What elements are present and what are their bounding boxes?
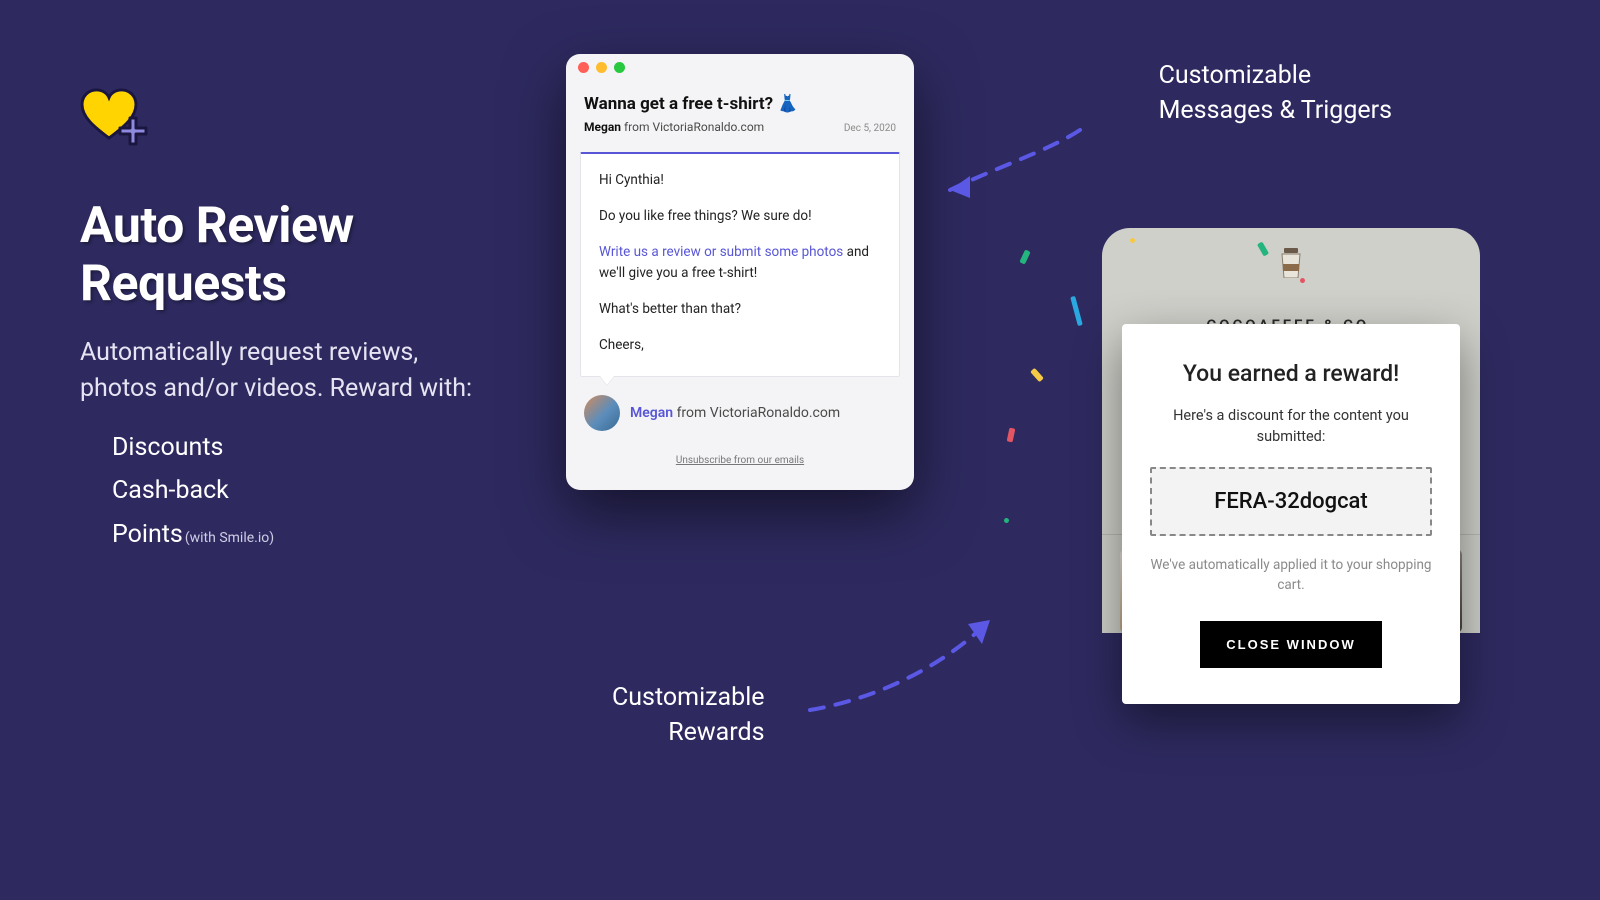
window-maximize-dot[interactable]	[614, 62, 625, 73]
arrow-bottom	[800, 600, 1010, 730]
email-body: Hi Cynthia! Do you like free things? We …	[580, 152, 900, 377]
email-header: Wanna get a free t-shirt? 👗 Megan from V…	[566, 80, 914, 146]
callout-top-line2: Messages & Triggers	[1159, 96, 1392, 125]
callout-messages: Customizable Messages & Triggers	[1159, 58, 1392, 128]
bullet-points-label: Points	[112, 520, 183, 549]
title-line1: Auto Review	[80, 197, 354, 255]
callout-bottom-line2: Rewards	[668, 718, 764, 747]
email-line2: Do you like free things? We sure do!	[599, 206, 881, 227]
sender-name: Megan	[630, 405, 673, 421]
bullet-points-note: (with Smile.io)	[185, 530, 274, 546]
reward-popup: You earned a reward! Here's a discount f…	[1122, 324, 1460, 704]
reward-subtitle: Here's a discount for the content you su…	[1150, 405, 1432, 447]
reward-options-list: Discounts Cash-back Points(with Smile.io…	[80, 426, 500, 557]
email-cta-line: Write us a review or submit some photos …	[599, 242, 881, 284]
email-date: Dec 5, 2020	[844, 123, 896, 134]
email-sender-domain: VictoriaRonaldo.com	[652, 120, 764, 134]
sender-avatar	[584, 395, 620, 431]
window-minimize-dot[interactable]	[596, 62, 607, 73]
email-greeting: Hi Cynthia!	[599, 170, 881, 191]
sender-from-word: from	[673, 405, 710, 421]
arrow-top	[930, 120, 1100, 230]
bullet-discounts: Discounts	[112, 426, 500, 470]
bullet-points: Points(with Smile.io)	[112, 513, 500, 557]
heart-plus-icon	[80, 88, 138, 140]
email-signoff: Cheers,	[599, 335, 881, 356]
sender-domain: VictoriaRonaldo.com	[710, 405, 840, 421]
callout-top-line1: Customizable	[1159, 61, 1312, 90]
coffee-cup-icon	[1278, 248, 1304, 278]
reward-note: We've automatically applied it to your s…	[1150, 556, 1432, 595]
bullet-cashback: Cash-back	[112, 469, 500, 513]
email-sender-row: Megan from VictoriaRonaldo.com	[584, 395, 896, 431]
callout-rewards: Customizable Rewards	[612, 680, 765, 750]
page-subtitle: Automatically request reviews, photos an…	[80, 335, 500, 408]
email-sender-name: Megan	[584, 120, 621, 134]
callout-bottom-line1: Customizable	[612, 683, 765, 712]
email-subject: Wanna get a free t-shirt? 👗	[584, 94, 896, 114]
email-line4: What's better than that?	[599, 299, 881, 320]
email-footer: Megan from VictoriaRonaldo.com Unsubscri…	[566, 385, 914, 490]
email-preview-window: Wanna get a free t-shirt? 👗 Megan from V…	[566, 54, 914, 490]
unsubscribe-link[interactable]: Unsubscribe from our emails	[584, 455, 896, 466]
coupon-code[interactable]: FERA-32dogcat	[1150, 467, 1432, 536]
email-cta-link[interactable]: Write us a review or submit some photos	[599, 244, 843, 260]
email-from: Megan from VictoriaRonaldo.com	[584, 120, 764, 134]
title-line2: Requests	[80, 255, 287, 313]
email-from-word: from	[621, 120, 652, 134]
left-panel: Auto Review Requests Automatically reque…	[80, 88, 500, 557]
page-title: Auto Review Requests	[80, 198, 500, 313]
window-titlebar	[566, 54, 914, 80]
reward-title: You earned a reward!	[1150, 360, 1432, 387]
sender-name-line: Megan from VictoriaRonaldo.com	[630, 405, 840, 421]
window-close-dot[interactable]	[578, 62, 589, 73]
close-window-button[interactable]: CLOSE WINDOW	[1200, 621, 1381, 668]
speech-bubble-tail	[600, 376, 614, 385]
